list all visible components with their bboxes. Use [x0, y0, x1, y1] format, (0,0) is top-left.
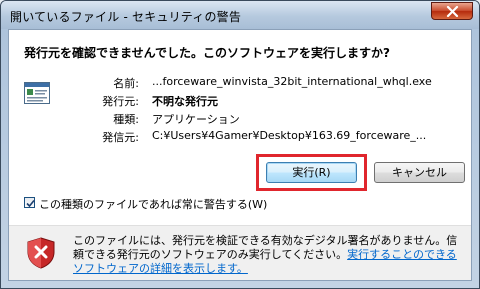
- window-title: 開いているファイル - セキュリティの警告: [10, 10, 242, 24]
- type-value: アプリケーション: [152, 113, 240, 126]
- main-content: 発行元を確認できませんでした。このソフトウェアを実行しますか? 名前: ...f…: [9, 30, 471, 225]
- shield-warning-icon: [27, 237, 55, 269]
- application-icon: [24, 82, 50, 104]
- publisher-label: 発行元:: [102, 95, 139, 108]
- cancel-button[interactable]: キャンセル: [374, 162, 465, 183]
- name-value: ...forceware_winvista_32bit_internationa…: [152, 75, 432, 88]
- source-value: C:¥Users¥4Gamer¥Desktop¥163.69_forceware…: [152, 129, 427, 142]
- checkmark-icon: [26, 199, 35, 208]
- close-icon: [446, 6, 459, 17]
- always-warn-label[interactable]: この種類のファイルであれば常に警告する(W): [39, 196, 267, 212]
- type-label: 種類:: [113, 113, 139, 126]
- source-label: 発信元:: [102, 131, 139, 144]
- close-button[interactable]: [431, 2, 473, 20]
- footer-message: このファイルには、発行元を検証できる有効なデジタル署名がありません。信頼できる発…: [73, 234, 463, 276]
- publisher-value: 不明な発行元: [152, 95, 218, 108]
- footer-panel: このファイルには、発行元を検証できる有効なデジタル署名がありません。信頼できる発…: [9, 226, 471, 280]
- security-warning-dialog: 開いているファイル - セキュリティの警告 発行元を確認できませんでした。このソ…: [0, 0, 480, 289]
- name-label: 名前:: [113, 77, 139, 90]
- title-bar[interactable]: 開いているファイル - セキュリティの警告: [1, 1, 479, 29]
- always-warn-checkbox[interactable]: [24, 197, 35, 208]
- run-button[interactable]: 実行(R): [266, 162, 357, 183]
- question-heading: 発行元を確認できませんでした。このソフトウェアを実行しますか?: [24, 46, 391, 60]
- dialog-body: 発行元を確認できませんでした。このソフトウェアを実行しますか? 名前: ...f…: [8, 29, 472, 281]
